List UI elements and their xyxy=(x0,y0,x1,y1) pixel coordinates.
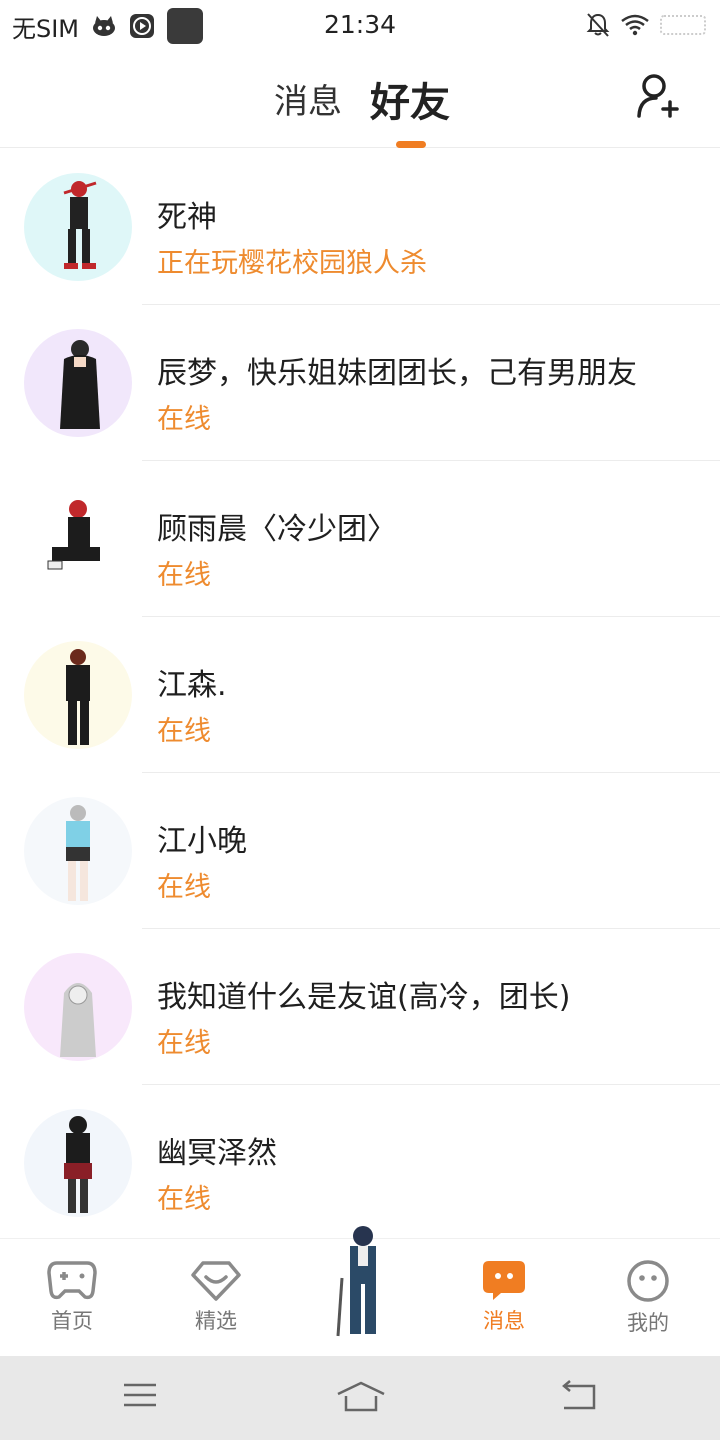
friend-row[interactable]: 辰梦，快乐姐妹团团长，己有男朋友 在线 xyxy=(0,305,720,461)
status-bar: 无SIM 21:34 xyxy=(0,0,720,52)
status-right xyxy=(586,12,706,38)
avatar[interactable] xyxy=(24,329,132,437)
gamepad-icon xyxy=(47,1261,97,1300)
friend-name: 幽冥泽然 xyxy=(157,1136,277,1171)
avatar[interactable] xyxy=(24,485,132,593)
nav-featured-label: 精选 xyxy=(195,1309,237,1333)
nav-me-label: 我的 xyxy=(627,1311,669,1335)
avatar[interactable] xyxy=(24,797,132,905)
friend-row[interactable]: 江森. 在线 xyxy=(0,617,720,773)
add-friend-icon[interactable] xyxy=(636,72,680,120)
face-icon xyxy=(627,1260,669,1302)
avatar[interactable] xyxy=(24,173,132,281)
friend-status: 在线 xyxy=(157,404,211,435)
friend-name: 江小晚 xyxy=(157,824,247,859)
menu-icon[interactable] xyxy=(122,1380,158,1410)
battery-icon xyxy=(660,15,706,35)
avatar-figure xyxy=(66,805,90,901)
friend-status: 在线 xyxy=(157,872,211,903)
avatar[interactable] xyxy=(24,953,132,1061)
back-icon[interactable] xyxy=(560,1380,598,1412)
nav-featured[interactable]: 精选 xyxy=(166,1259,266,1335)
tab-friends[interactable]: 好友 xyxy=(370,70,450,128)
tab-messages[interactable]: 消息 xyxy=(274,74,342,123)
friend-name: 江森. xyxy=(157,668,227,703)
header: 消息 好友 xyxy=(0,52,720,148)
avatar[interactable] xyxy=(24,641,132,749)
heart-badge-icon xyxy=(191,1261,241,1301)
friend-status: 在线 xyxy=(157,1028,211,1059)
mute-bell-icon xyxy=(586,13,610,37)
system-nav xyxy=(0,1356,720,1440)
friend-name: 死神 xyxy=(157,200,217,235)
avatar-figure xyxy=(66,649,90,745)
friend-status: 在线 xyxy=(157,716,211,747)
friend-list: 死神 正在玩樱花校园狼人杀 辰梦，快乐姐妹团团长，己有男朋友 在线 顾雨晨〈冷少… xyxy=(0,149,720,1241)
avatar-figure xyxy=(47,500,100,570)
nav-messages-label: 消息 xyxy=(483,1309,525,1333)
avatar-figure xyxy=(64,1116,92,1213)
friend-row[interactable]: 我知道什么是友谊(高冷，团长) 在线 xyxy=(0,929,720,1085)
friend-status: 在线 xyxy=(157,1184,211,1215)
friend-name: 我知道什么是友谊(高冷，团长) xyxy=(157,980,571,1015)
friend-row[interactable]: 江小晚 在线 xyxy=(0,773,720,929)
home-icon[interactable] xyxy=(336,1380,386,1414)
friend-status: 正在玩樱花校园狼人杀 xyxy=(157,248,427,279)
friend-status: 在线 xyxy=(157,560,211,591)
wifi-icon xyxy=(621,14,649,36)
friend-row[interactable]: 顾雨晨〈冷少团〉 在线 xyxy=(0,461,720,617)
friend-name: 辰梦，快乐姐妹团团长，己有男朋友 xyxy=(157,356,637,391)
avatar-figure xyxy=(60,983,96,1057)
avatar[interactable] xyxy=(24,1109,132,1217)
nav-home[interactable]: 首页 xyxy=(22,1259,122,1335)
nav-me[interactable]: 我的 xyxy=(598,1259,698,1337)
chat-bubble-icon xyxy=(483,1261,525,1300)
nav-home-label: 首页 xyxy=(51,1309,93,1333)
center-character-button[interactable] xyxy=(328,1218,398,1340)
active-tab-indicator xyxy=(396,141,426,148)
friend-name: 顾雨晨〈冷少团〉 xyxy=(157,512,397,547)
friend-row[interactable]: 死神 正在玩樱花校园狼人杀 xyxy=(0,149,720,305)
avatar-figure xyxy=(60,340,100,429)
nav-messages[interactable]: 消息 xyxy=(454,1259,554,1335)
avatar-figure xyxy=(63,181,97,269)
